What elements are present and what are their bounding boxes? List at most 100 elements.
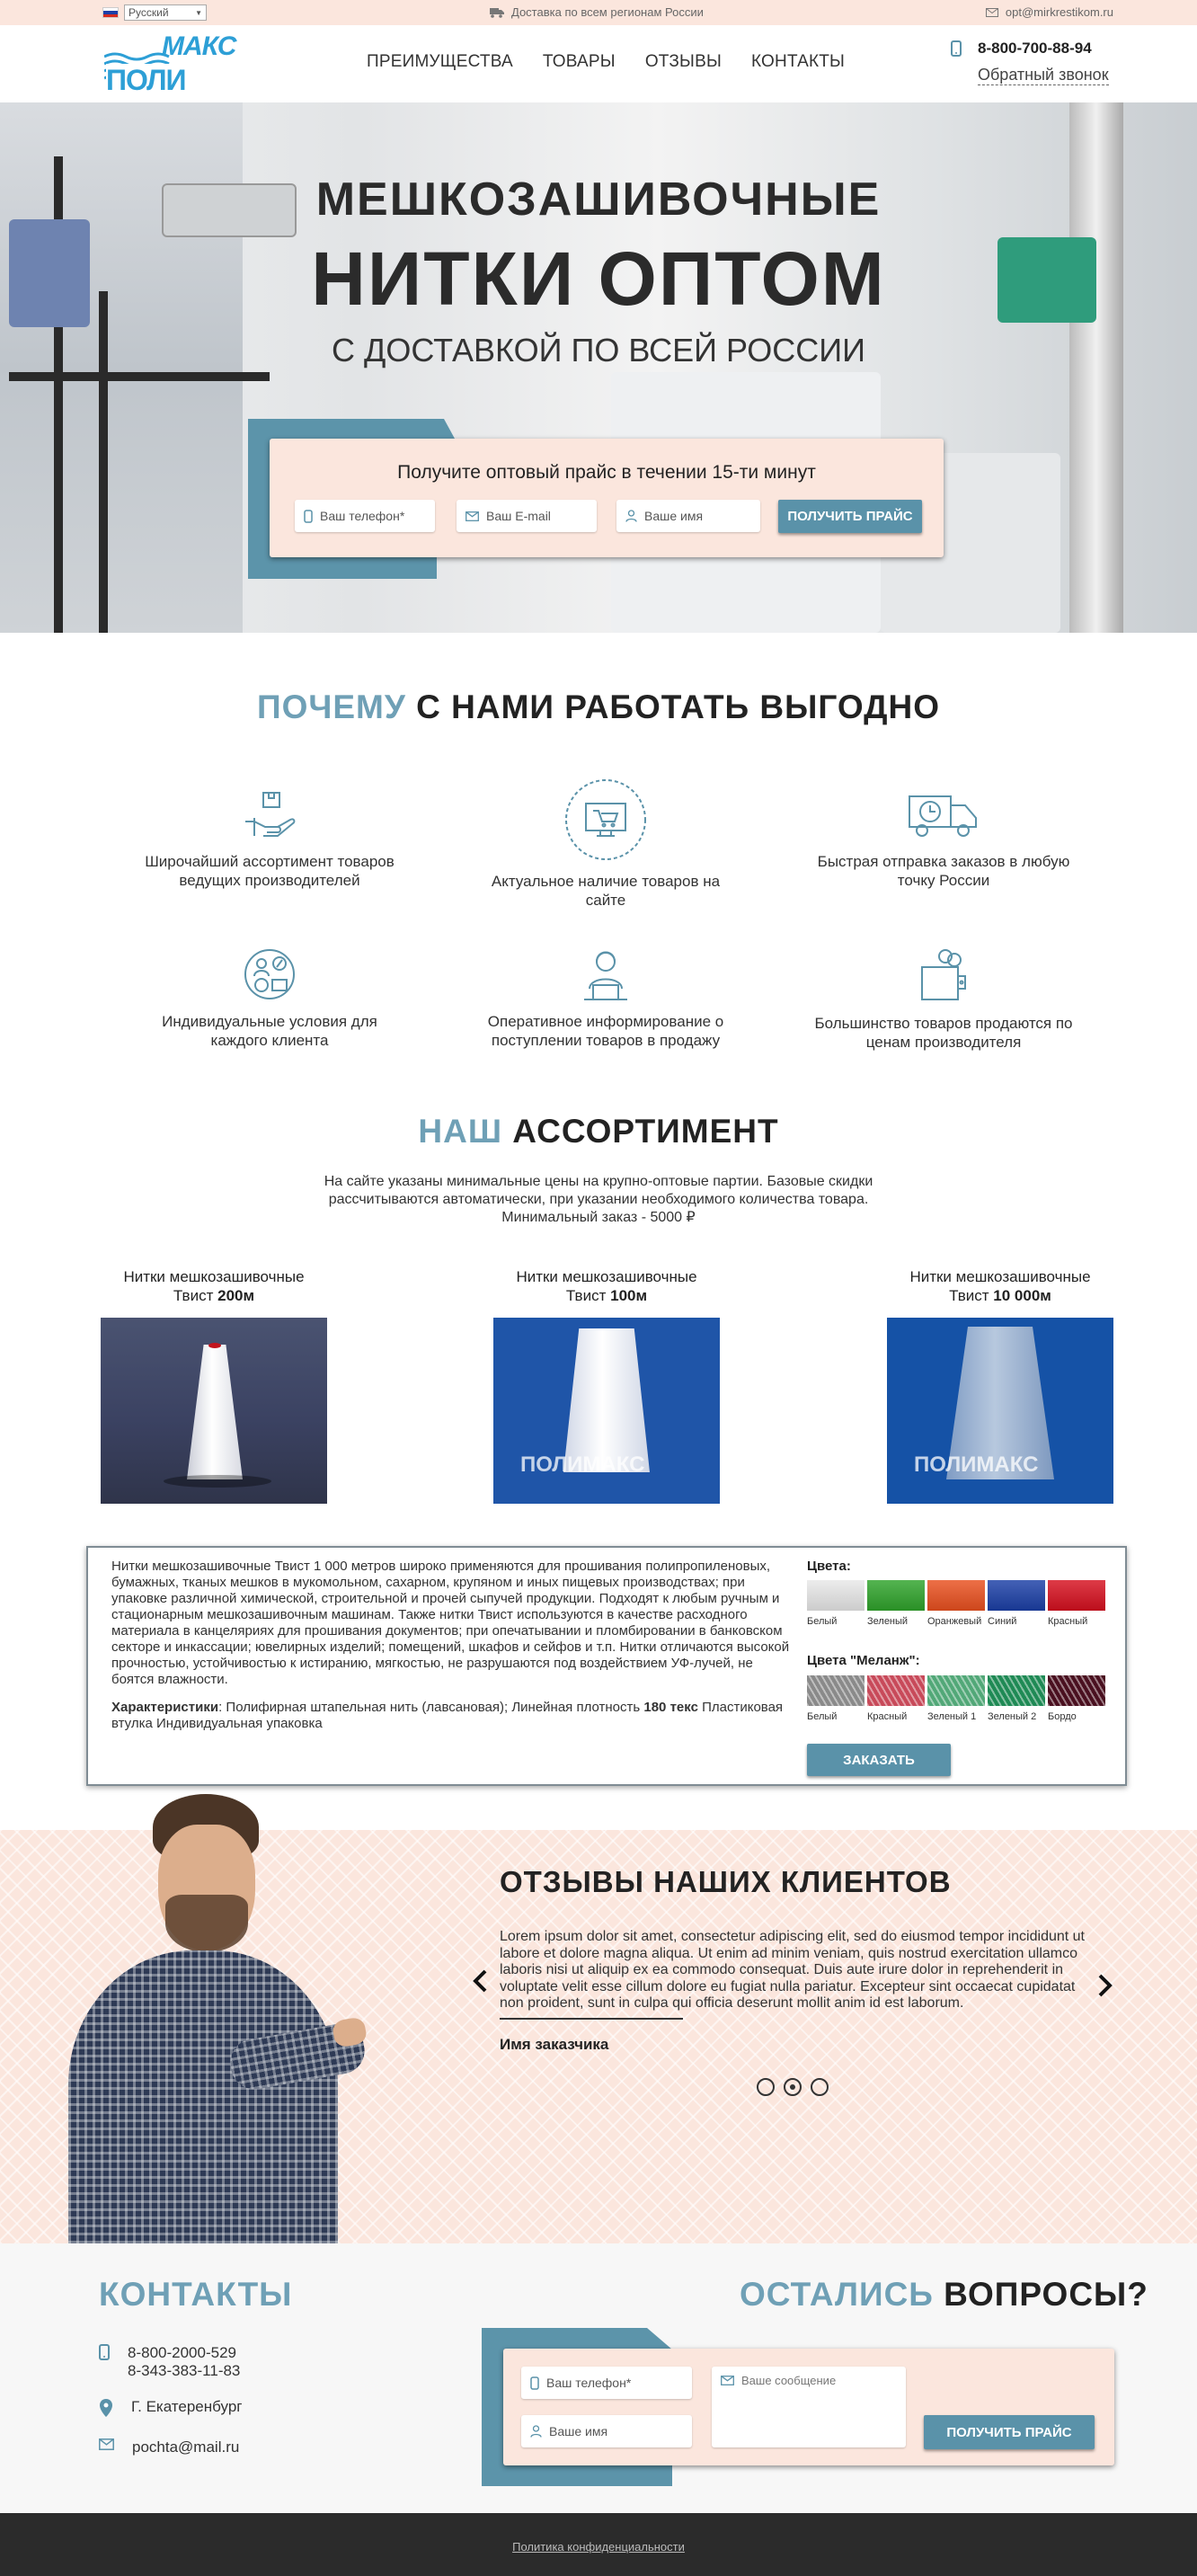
language-value: Русский (129, 6, 169, 19)
spool-1-shadow (164, 1475, 271, 1488)
nav-item-advantages[interactable]: ПРЕИМУЩЕСТВА (367, 52, 513, 72)
questions-name-placeholder: Ваше имя (549, 2424, 608, 2438)
hand-box-icon (245, 792, 296, 837)
spool-1-core (208, 1343, 221, 1348)
reviews-next-arrow[interactable] (1096, 1973, 1118, 2000)
callback-link[interactable]: Обратный звонок (978, 65, 1109, 85)
hero-form-title: Получите оптовый прайс в течении 15-ти м… (397, 462, 816, 483)
product-3-length: 10 000м (993, 1287, 1051, 1304)
hero-phone-input[interactable]: Ваш телефон* (295, 500, 435, 532)
hero-name-input[interactable]: Ваше имя (616, 500, 760, 532)
hero-email-input[interactable]: Ваш E-mail (457, 500, 597, 532)
color-swatch-1[interactable] (807, 1675, 864, 1706)
product-name-3-title: Нитки мешкозашивочные (909, 1268, 1091, 1285)
color-swatch-label: Красный (1048, 1616, 1088, 1627)
contact-phone-1[interactable]: 8-800-2000-529 (128, 2344, 240, 2362)
hero-name-placeholder: Ваше имя (644, 509, 704, 523)
hero-get-price-button[interactable]: ПОЛУЧИТЬ ПРАЙС (778, 500, 922, 533)
review-divider (500, 2018, 683, 2020)
questions-message-input[interactable]: Ваше сообщение (712, 2367, 906, 2447)
assortment-title-highlight: НАШ (418, 1113, 503, 1150)
product-name-1-title: Нитки мешкозашивочные (123, 1268, 305, 1285)
feature-fast-delivery: Быстрая отправка заказов в любую точку Р… (809, 789, 1078, 890)
hero-phone-placeholder: Ваш телефон* (320, 509, 405, 523)
slider-dot-1[interactable] (757, 2078, 775, 2096)
russia-flag-icon (102, 7, 119, 18)
questions-title-highlight: ОСТАЛИСЬ (740, 2276, 934, 2313)
contact-phones: 8-800-2000-529 8-343-383-11-83 (99, 2344, 240, 2380)
hero-machine-beam (9, 372, 270, 381)
people-percent-icon (244, 949, 295, 999)
hero: МЕШКОЗАШИВОЧНЫЕ НИТКИ ОПТОМ С ДОСТАВКОЙ … (0, 102, 1197, 633)
order-button[interactable]: ЗАКАЗАТЬ (807, 1744, 951, 1776)
nav-item-products[interactable]: ТОВАРЫ (543, 52, 616, 72)
product-image-2[interactable]: ПОЛИМАКС (493, 1318, 720, 1504)
why-title: ПОЧЕМУ С НАМИ РАБОТАТЬ ВЫГОДНО (0, 688, 1197, 726)
color-swatch-1[interactable] (807, 1580, 864, 1611)
product-description-card: Нитки мешкозашивочные Твист 1 000 метров… (86, 1546, 1127, 1786)
product-image-3[interactable]: ПОЛИМАКС (887, 1318, 1113, 1504)
assortment-title: НАШ АССОРТИМЕНТ (0, 1113, 1197, 1150)
user-icon (530, 2425, 542, 2438)
contact-city-text: Г. Екатеренбург (131, 2398, 243, 2415)
questions-name-input[interactable]: Ваше имя (521, 2415, 692, 2447)
color-swatch-2[interactable] (867, 1580, 925, 1611)
privacy-policy-link[interactable]: Политика конфиденциальности (0, 2540, 1197, 2554)
phone-icon (951, 40, 962, 57)
questions-form: Ваш телефон* Ваше имя Ваше сообщение ПОЛ… (503, 2349, 1114, 2465)
feature-informing: Оперативное информирование о поступлении… (471, 947, 740, 1050)
operator-laptop-icon (584, 951, 627, 1000)
contact-city: Г. Екатеренбург (99, 2398, 242, 2418)
questions-title: ОСТАЛИСЬ ВОПРОСЫ? (740, 2276, 1148, 2314)
feature-manufacturer-prices: Большинство товаров продаются по ценам п… (809, 947, 1078, 1052)
color-swatch-3[interactable] (927, 1675, 985, 1706)
logo[interactable]: МАКС ПОЛИ (103, 30, 236, 97)
questions-get-price-button[interactable]: ПОЛУЧИТЬ ПРАЙС (924, 2415, 1095, 2449)
main-nav: ПРЕИМУЩЕСТВА ТОВАРЫ ОТЗЫВЫ КОНТАКТЫ (367, 52, 845, 72)
feature-informing-text: Оперативное информирование о поступлении… (487, 1013, 724, 1049)
hero-price-form: Получите оптовый прайс в течении 15-ти м… (270, 439, 944, 557)
truck-icon (490, 7, 504, 18)
phone-icon (99, 2344, 110, 2360)
color-swatch-5[interactable] (1048, 1580, 1105, 1611)
truck-clock-icon (909, 795, 977, 837)
header-phone[interactable]: 8-800-700-88-94 (951, 40, 1092, 58)
phone-icon (530, 2376, 539, 2390)
hero-subtitle: С ДОСТАВКОЙ ПО ВСЕЙ РОССИИ (332, 332, 865, 369)
footer: Политика конфиденциальности (0, 2513, 1197, 2576)
product-characteristics: Характеристики: Полифирная штапельная ни… (111, 1700, 794, 1732)
assortment-title-rest: АССОРТИМЕНТ (502, 1113, 779, 1150)
color-swatch-label: Бордо (1048, 1711, 1077, 1722)
feature-availability-text: Актуальное наличие товаров на сайте (491, 873, 721, 909)
questions-phone-placeholder: Ваш телефон* (546, 2376, 632, 2390)
feature-individual-terms-text: Индивидуальные условия для каждого клиен… (162, 1013, 377, 1049)
color-swatch-5[interactable] (1048, 1675, 1105, 1706)
contact-phone-2[interactable]: 8-343-383-11-83 (128, 2362, 240, 2380)
hero-title-line-1: МЕШКОЗАШИВОЧНЫЕ (315, 173, 882, 226)
user-icon (625, 510, 637, 522)
color-swatch-label: Зеленый 1 (927, 1711, 977, 1722)
color-swatch-4[interactable] (988, 1675, 1045, 1706)
language-switcher[interactable]: Русский ▼ (102, 4, 207, 21)
nav-item-reviews[interactable]: ОТЗЫВЫ (645, 52, 722, 72)
nav-item-contacts[interactable]: КОНТАКТЫ (751, 52, 845, 72)
product-image-1[interactable] (101, 1318, 327, 1504)
hero-form-accent-strip (437, 419, 455, 439)
spool-1 (187, 1345, 243, 1479)
reviews-prev-arrow[interactable] (471, 1968, 492, 1995)
color-swatch-4[interactable] (988, 1580, 1045, 1611)
color-swatch-3[interactable] (927, 1580, 985, 1611)
contact-email-text[interactable]: pochta@mail.ru (132, 2438, 239, 2456)
customer-beard (165, 1895, 248, 1952)
product-description-text: Нитки мешкозашивочные Твист 1 000 метров… (111, 1559, 790, 1687)
color-swatch-2[interactable] (867, 1675, 925, 1706)
contacts-title: КОНТАКТЫ (99, 2276, 293, 2313)
chevron-left-icon (473, 1969, 487, 1993)
slider-dot-2[interactable] (784, 2078, 802, 2096)
language-select[interactable]: Русский ▼ (124, 4, 207, 21)
top-email[interactable]: opt@mirkrestikom.ru (985, 5, 1113, 19)
slider-dot-3[interactable] (811, 2078, 829, 2096)
questions-phone-input[interactable]: Ваш телефон* (521, 2367, 692, 2399)
color-swatch-label: Красный (867, 1711, 908, 1722)
delivery-info: Доставка по всем регионам России (490, 5, 704, 19)
